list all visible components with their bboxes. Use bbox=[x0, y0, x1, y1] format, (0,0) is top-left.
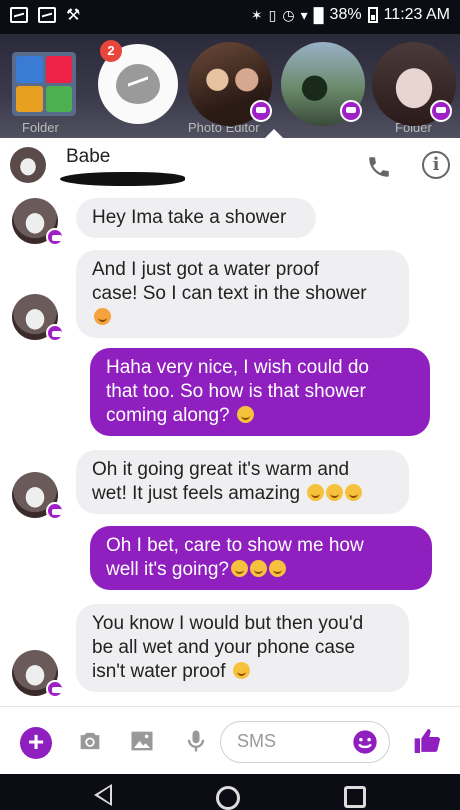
contact-name[interactable]: Babe bbox=[66, 146, 110, 168]
microphone-icon[interactable] bbox=[182, 727, 210, 755]
redaction-scribble bbox=[60, 172, 185, 186]
gallery-notification-icon bbox=[10, 7, 28, 23]
smirk-emoji-icon bbox=[232, 662, 250, 679]
message-text: Haha very nice, I wish could do bbox=[106, 357, 369, 378]
status-bar: ⚒ ✶ ▯ ◷ ▾ █ 38% 11:23 AM bbox=[0, 0, 460, 34]
messenger-icon bbox=[116, 64, 160, 104]
messenger-mini-icon bbox=[46, 680, 64, 698]
battery-percent: 38% bbox=[329, 6, 362, 23]
system-status: ✶ ▯ ◷ ▾ █ 38% 11:23 AM bbox=[251, 6, 450, 24]
message-text: well it's going? bbox=[106, 559, 229, 580]
smile-emoji-icon bbox=[236, 406, 254, 423]
messenger-mini-icon bbox=[46, 228, 64, 246]
message-text: Oh it going great it's warm and bbox=[92, 459, 350, 480]
contact-avatar-small bbox=[12, 198, 64, 246]
messenger-mini-icon bbox=[430, 100, 452, 122]
message-text: And I just got a water proof bbox=[92, 259, 320, 280]
composer-bar: + bbox=[0, 706, 460, 775]
info-icon[interactable]: i bbox=[422, 151, 450, 179]
home-folder-label-left: Folder bbox=[22, 120, 59, 135]
message-input-field[interactable] bbox=[220, 721, 390, 763]
messenger-mini-icon bbox=[250, 100, 272, 122]
messenger-mini-icon bbox=[46, 324, 64, 342]
wifi-icon: ▾ bbox=[300, 6, 308, 23]
contact-avatar-small bbox=[12, 294, 64, 342]
message-text: Oh I bet, care to show me how bbox=[106, 535, 364, 556]
message-bubble-incoming[interactable]: Oh it going great it's warm and wet! It … bbox=[76, 450, 409, 514]
message-text: coming along? bbox=[106, 405, 230, 426]
unread-badge: 2 bbox=[100, 40, 122, 62]
camera-icon[interactable] bbox=[76, 727, 104, 755]
message-text: be all wet and your phone case bbox=[92, 637, 356, 658]
message-text: Hey Ima take a shower bbox=[92, 207, 287, 228]
blush-emoji-icon bbox=[345, 484, 363, 501]
smile-emoji-icon bbox=[249, 560, 267, 577]
kiss-emoji-icon bbox=[94, 308, 111, 325]
message-bubble-incoming[interactable]: And I just got a water proof case! So I … bbox=[76, 250, 409, 338]
gallery-icon[interactable] bbox=[128, 727, 156, 755]
contact-avatar-small bbox=[12, 650, 64, 698]
recent-apps-icon[interactable] bbox=[344, 786, 366, 808]
message-text: You know I would but then you'd bbox=[92, 613, 364, 634]
home-folder-left[interactable] bbox=[12, 52, 76, 116]
message-thread[interactable]: Hey Ima take a shower And I just got a w… bbox=[0, 196, 460, 706]
system-navigation-bar bbox=[0, 774, 460, 810]
message-text: isn't water proof bbox=[92, 661, 226, 682]
wrench-icon: ⚒ bbox=[66, 7, 81, 24]
message-text: case! So I can text in the shower bbox=[92, 283, 367, 304]
back-icon[interactable] bbox=[94, 784, 112, 806]
vibrate-icon: ▯ bbox=[268, 6, 277, 23]
message-bubble-outgoing[interactable]: Haha very nice, I wish could do that too… bbox=[90, 348, 430, 436]
message-text: that too. So how is that shower bbox=[106, 381, 366, 402]
thumbs-up-icon[interactable] bbox=[412, 725, 444, 757]
more-actions-button[interactable]: + bbox=[20, 727, 52, 759]
chat-heads-bar: Folder Photo Editor Folder 2 bbox=[0, 34, 460, 138]
message-bubble-outgoing[interactable]: Oh I bet, care to show me how well it's … bbox=[90, 526, 432, 590]
grin-emoji-icon bbox=[230, 560, 248, 577]
contact-avatar-small bbox=[12, 472, 64, 520]
alarm-icon: ◷ bbox=[282, 6, 295, 23]
blush-emoji-icon bbox=[268, 560, 286, 577]
message-bubble-incoming[interactable]: You know I would but then you'd be all w… bbox=[76, 604, 409, 692]
bluetooth-icon: ✶ bbox=[250, 6, 263, 23]
messenger-mini-icon bbox=[340, 100, 362, 122]
messenger-mini-icon bbox=[46, 502, 64, 520]
message-bubble-incoming[interactable]: Hey Ima take a shower bbox=[76, 198, 316, 238]
clock: 11:23 AM bbox=[383, 6, 450, 23]
sms-input[interactable] bbox=[235, 730, 349, 753]
emoji-picker-icon[interactable] bbox=[351, 728, 379, 756]
blush-emoji-icon bbox=[326, 484, 344, 501]
phone-icon[interactable] bbox=[366, 154, 392, 180]
home-icon[interactable] bbox=[216, 786, 240, 810]
gallery-notification-icon-2 bbox=[38, 7, 56, 23]
contact-avatar[interactable] bbox=[10, 147, 46, 183]
blush-emoji-icon bbox=[307, 484, 325, 501]
notification-icons: ⚒ bbox=[10, 7, 84, 25]
battery-icon bbox=[367, 7, 378, 23]
signal-icon: █ bbox=[313, 7, 324, 23]
conversation-header: Babe i bbox=[0, 129, 460, 197]
message-text: wet! It just feels amazing bbox=[92, 483, 301, 504]
active-head-pointer bbox=[264, 129, 284, 139]
